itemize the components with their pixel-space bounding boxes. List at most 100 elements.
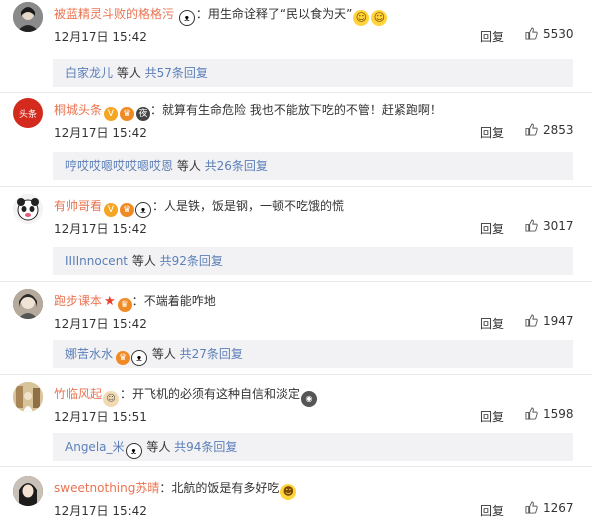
username-link[interactable]: 桐城头条 [54,103,102,117]
panda-emoji-icon: ᴥ [131,350,148,366]
colon: ： [152,199,165,213]
reply-summary[interactable]: 娜苦水水 ♛ ᴥ 等人 共27条回复 [53,340,573,368]
comment-time: 12月17日 15:51 [54,410,147,424]
face-badge-icon: ☺ [103,391,120,407]
like-button[interactable]: 3017 [525,219,574,233]
panda-emoji-icon: ᴥ [135,202,152,218]
like-count: 1267 [543,501,574,515]
thumbs-up-icon [525,27,538,40]
comment-text: 就算有生命危险 我也不能放下吃的不管！赶紧跑啊！ [162,103,442,117]
colon: ： [120,387,133,401]
divider [0,466,592,467]
level-badge-icon: ♛ [117,298,132,312]
panda-emoji-icon: ᴥ [125,443,142,459]
smile-emoji-icon: ☺ [353,10,370,26]
reply-summary[interactable]: Angela_米 ᴥ 等人 共94条回复 [53,433,573,461]
reply-mid-text: 等人 [173,159,205,173]
avatar[interactable] [13,194,43,224]
star-badge-icon: ★ [104,294,116,309]
laugh-emoji-icon: ☻ [280,484,297,500]
like-count: 1947 [543,314,574,328]
level-badge-icon: ♛ [120,107,135,121]
reply-button[interactable]: 回复 [480,28,504,45]
divider [0,186,592,187]
comment-time: 12月17日 15:42 [54,504,147,518]
like-count: 2853 [543,123,574,137]
medal-badge-icon: 夜 [136,107,151,121]
thumbs-up-icon [525,501,538,514]
reply-user-link[interactable]: IIIInnocent [65,254,128,268]
comment-line: 有帅哥看 V ♛ ᴥ ：人是铁，饭是钢，一顿不吃饿的慌 [54,198,344,218]
reply-mid-text: 等人 [142,440,175,454]
reply-button[interactable]: 回复 [480,220,504,237]
divider [0,92,592,93]
reply-user-link[interactable]: 娜苦水水 [65,347,113,361]
avatar[interactable] [13,289,43,319]
reply-button[interactable]: 回复 [480,315,504,332]
reply-count-link[interactable]: 共94条回复 [174,440,237,454]
reply-mid-text: 等人 [128,254,160,268]
level-badge-icon: ♛ [116,351,131,365]
colon: ： [159,481,172,495]
reply-count-link[interactable]: 共27条回复 [180,347,243,361]
shocked-emoji-icon: ◉ [301,391,318,407]
reply-button[interactable]: 回复 [480,124,504,141]
reply-count-link[interactable]: 共57条回复 [145,66,208,80]
comment-text: 不端着能咋地 [143,294,216,308]
reply-user-link[interactable]: 哼哎哎嗯哎哎嗯哎恩 [65,159,173,173]
avatar[interactable] [13,382,43,412]
like-count: 3017 [543,219,574,233]
reply-user-link[interactable]: Angela_米 [65,440,125,454]
comment-time: 12月17日 15:42 [54,30,147,44]
like-button[interactable]: 1947 [525,314,574,328]
avatar[interactable] [13,2,43,32]
level-badge-icon: ♛ [120,203,135,217]
reply-summary[interactable]: IIIInnocent 等人 共92条回复 [53,247,573,275]
avatar[interactable]: 头条 [13,98,43,128]
username-link[interactable]: 有帅哥看 [54,199,102,213]
avatar-logo-text: 头条 [18,109,37,120]
reply-summary[interactable]: 白家龙儿 等人 共57条回复 [53,59,573,87]
comment-line: 跑步课本 ★ ♛ ：不端着能咋地 [54,293,216,312]
like-button[interactable]: 1267 [525,501,574,515]
reply-user-link[interactable]: 白家龙儿 [65,66,113,80]
like-button[interactable]: 5530 [525,27,574,41]
thumbs-up-icon [525,407,538,420]
reply-button[interactable]: 回复 [480,408,504,425]
comment-text: 北航的饭是有多好吃 [171,481,280,495]
username-link[interactable]: 跑步课本 [54,294,102,308]
comment-text: 开飞机的必须有这种自信和淡定 [132,387,301,401]
reply-count-link[interactable]: 共92条回复 [160,254,223,268]
comment-time: 12月17日 15:42 [54,126,147,140]
username-link[interactable]: 竹临风起 [54,387,102,401]
reply-mid-text: 等人 [148,347,180,361]
colon: ： [150,103,163,117]
comment-line: 竹临风起 ☺ ：开飞机的必须有这种自信和淡定 ◉ [54,386,318,407]
colon: ： [131,294,144,308]
like-button[interactable]: 1598 [525,407,574,421]
like-button[interactable]: 2853 [525,123,574,137]
thumbs-up-icon [525,314,538,327]
vip-badge-icon: V [104,107,119,121]
comment-time: 12月17日 15:42 [54,317,147,331]
reply-count-link[interactable]: 共26条回复 [205,159,268,173]
divider [0,281,592,282]
username-link[interactable]: 被蓝精灵斗败的格格污 [54,7,174,21]
comment-text: 用生命诠释了“民以食为天” [207,7,353,21]
thumbs-up-icon [525,219,538,232]
divider [0,374,592,375]
reply-mid-text: 等人 [113,66,145,80]
colon: ： [195,7,208,21]
avatar[interactable] [13,476,43,506]
comment-line: sweetnothing苏晴：北航的饭是有多好吃 ☻ [54,480,297,500]
reply-button[interactable]: 回复 [480,502,504,519]
comment-line: 桐城头条 V ♛ 夜：就算有生命危险 我也不能放下吃的不管！赶紧跑啊！ [54,102,442,121]
username-link[interactable]: sweetnothing苏晴 [54,481,159,495]
vip-badge-icon: V [104,203,119,217]
smile-emoji-icon: ☺ [371,10,388,26]
comment-time: 12月17日 15:42 [54,222,147,236]
like-count: 5530 [543,27,574,41]
reply-summary[interactable]: 哼哎哎嗯哎哎嗯哎恩 等人 共26条回复 [53,152,573,180]
panda-emoji-icon: ᴥ [178,10,195,26]
comment-text: 人是铁，饭是钢，一顿不吃饿的慌 [164,199,345,213]
